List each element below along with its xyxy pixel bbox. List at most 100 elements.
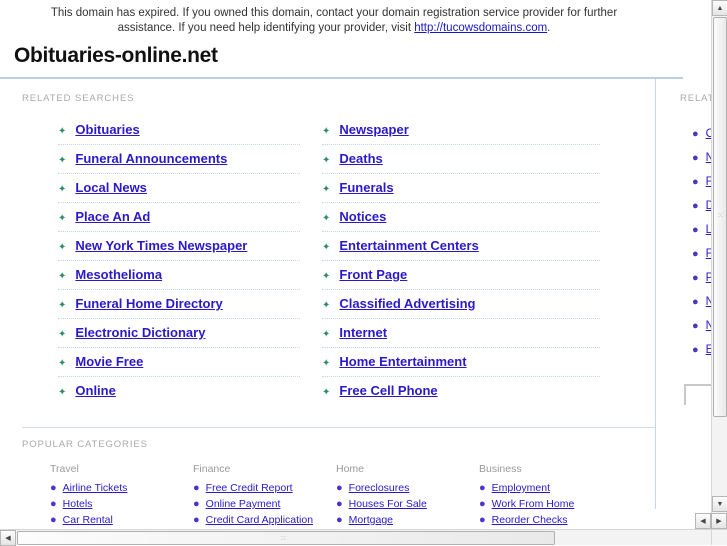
category-link-row[interactable]: ● Airline Tickets	[50, 480, 193, 496]
search-link-row[interactable]: ✦ Internet	[322, 319, 600, 348]
category-link-row[interactable]: ● Reorder Checks	[479, 512, 622, 528]
category-link-row[interactable]: ● Work From Home	[479, 496, 622, 512]
round-bullet-icon: ●	[692, 248, 699, 260]
sidebar-link-row[interactable]: ●Obituaries	[692, 122, 711, 146]
search-link[interactable]: Movie Free	[75, 354, 143, 369]
window-scroll-right-button[interactable]: ▶	[711, 513, 727, 529]
sidebar-link-row[interactable]: ●Deaths	[692, 194, 711, 218]
horizontal-scroll-thumb[interactable]: ⁙	[17, 531, 555, 545]
search-link[interactable]: Deaths	[339, 151, 382, 166]
sidebar-link-row[interactable]: ●Notices	[692, 290, 711, 314]
category-link-row[interactable]: ● Hotels	[50, 496, 193, 512]
vertical-scrollbar[interactable]: ▲ ⁙ ▼	[711, 0, 727, 529]
search-link[interactable]: Mesothelioma	[75, 267, 162, 282]
search-link[interactable]: Internet	[339, 325, 387, 340]
search-link-row[interactable]: ✦ Home Entertainment	[322, 348, 600, 377]
category-link[interactable]: Online Payment	[206, 498, 281, 510]
category-column-finance: Finance ● Free Credit Report ● Online Paym…	[193, 463, 336, 528]
search-link-row[interactable]: ✦ Newspaper	[322, 116, 600, 145]
right-arrow-icon: ▶	[716, 517, 722, 525]
search-link-row[interactable]: ✦ Obituaries	[58, 116, 300, 145]
search-link[interactable]: Funeral Announcements	[75, 151, 227, 166]
search-input[interactable]	[686, 387, 711, 405]
search-link-row[interactable]: ✦ Front Page	[322, 261, 600, 290]
category-link[interactable]: Airline Tickets	[63, 482, 128, 494]
sidebar-link-row[interactable]: ●Funeral Announcements	[692, 170, 711, 194]
sidebar-link-row[interactable]: ●Place An Ad	[692, 266, 711, 290]
star-bullet-icon: ✦	[58, 126, 67, 137]
search-link-row[interactable]: ✦ New York Times Newspaper	[58, 232, 300, 261]
category-link-row[interactable]: ● Houses For Sale	[336, 496, 479, 512]
search-link-row[interactable]: ✦ Local News	[58, 174, 300, 203]
search-link[interactable]: Place An Ad	[75, 209, 150, 224]
search-link[interactable]: Front Page	[339, 267, 407, 282]
round-bullet-icon: ●	[479, 498, 486, 510]
star-bullet-icon: ✦	[322, 242, 331, 253]
scroll-up-button[interactable]: ▲	[712, 0, 727, 16]
search-link[interactable]: Free Cell Phone	[339, 383, 437, 398]
category-link[interactable]: Work From Home	[492, 498, 575, 510]
category-link-row[interactable]: ● Employment	[479, 480, 622, 496]
category-link[interactable]: Free Credit Report	[206, 482, 293, 494]
category-link-row[interactable]: ● Foreclosures	[336, 480, 479, 496]
sidebar-link-row[interactable]: ●New York Times Newspaper	[692, 314, 711, 338]
sidebar-link-row[interactable]: ●Entertainment Centers	[692, 338, 711, 362]
search-link[interactable]: Funerals	[339, 180, 393, 195]
search-link[interactable]: Electronic Dictionary	[75, 325, 205, 340]
category-link-row[interactable]: ● Mortgage	[336, 512, 479, 528]
window-scroll-left-button[interactable]: ◀	[695, 513, 711, 529]
search-link[interactable]: New York Times Newspaper	[75, 238, 247, 253]
search-link-row[interactable]: ✦ Movie Free	[58, 348, 300, 377]
sidebar-link-row[interactable]: ●Local News	[692, 218, 711, 242]
search-link[interactable]: Entertainment Centers	[339, 238, 478, 253]
round-bullet-icon: ●	[692, 320, 699, 332]
horizontal-scrollbar[interactable]: ◀ ⁙	[0, 529, 711, 546]
search-link-row[interactable]: ✦ Electronic Dictionary	[58, 319, 300, 348]
search-link-row[interactable]: ✦ Funeral Home Directory	[58, 290, 300, 319]
category-link[interactable]: Car Rental	[63, 514, 113, 526]
search-link[interactable]: Online	[75, 383, 115, 398]
search-link-row[interactable]: ✦ Deaths	[322, 145, 600, 174]
vertical-scroll-thumb[interactable]: ⁙	[713, 17, 727, 417]
search-link[interactable]: Funeral Home Directory	[75, 296, 222, 311]
scrollbar-corner	[711, 529, 727, 545]
scroll-down-button[interactable]: ▼	[712, 496, 727, 512]
search-link[interactable]: Home Entertainment	[339, 354, 466, 369]
sidebar-link-row[interactable]: ●Funerals	[692, 242, 711, 266]
search-link-row[interactable]: ✦ Classified Advertising	[322, 290, 600, 319]
category-link[interactable]: Hotels	[63, 498, 93, 510]
related-searches-label: RELATED SEARCHES	[22, 93, 135, 104]
up-arrow-icon: ▲	[716, 4, 724, 12]
category-link-row[interactable]: ● Car Rental	[50, 512, 193, 528]
search-link-row[interactable]: ✦ Funeral Announcements	[58, 145, 300, 174]
category-link-row[interactable]: ● Credit Card Application	[193, 512, 336, 528]
category-link[interactable]: Houses For Sale	[349, 498, 427, 510]
category-link[interactable]: Mortgage	[349, 514, 393, 526]
search-link[interactable]: Classified Advertising	[339, 296, 475, 311]
search-link-row[interactable]: ✦ Notices	[322, 203, 600, 232]
search-link-row[interactable]: ✦ Funerals	[322, 174, 600, 203]
scroll-left-button[interactable]: ◀	[0, 530, 16, 546]
category-link-row[interactable]: ● Free Credit Report	[193, 480, 336, 496]
search-link[interactable]: Newspaper	[339, 122, 408, 137]
search-link[interactable]: Local News	[75, 180, 147, 195]
sidebar-search-box[interactable]	[684, 384, 711, 405]
search-link[interactable]: Obituaries	[75, 122, 139, 137]
search-link-row[interactable]: ✦ Free Cell Phone	[322, 377, 600, 405]
round-bullet-icon: ●	[193, 482, 200, 494]
category-link[interactable]: Reorder Checks	[492, 514, 568, 526]
category-link[interactable]: Foreclosures	[349, 482, 410, 494]
search-link-row[interactable]: ✦ Online	[58, 377, 300, 405]
star-bullet-icon: ✦	[58, 358, 67, 369]
search-link-row[interactable]: ✦ Place An Ad	[58, 203, 300, 232]
category-heading: Home	[336, 463, 365, 475]
category-link[interactable]: Credit Card Application	[206, 514, 313, 526]
round-bullet-icon: ●	[692, 152, 699, 164]
category-link[interactable]: Employment	[492, 482, 550, 494]
category-link-row[interactable]: ● Online Payment	[193, 496, 336, 512]
sidebar-link-row[interactable]: ●Newspaper	[692, 146, 711, 170]
search-link-row[interactable]: ✦ Mesothelioma	[58, 261, 300, 290]
search-link-row[interactable]: ✦ Entertainment Centers	[322, 232, 600, 261]
tucows-domains-link[interactable]: http://tucowsdomains.com	[414, 22, 547, 34]
search-link[interactable]: Notices	[339, 209, 386, 224]
